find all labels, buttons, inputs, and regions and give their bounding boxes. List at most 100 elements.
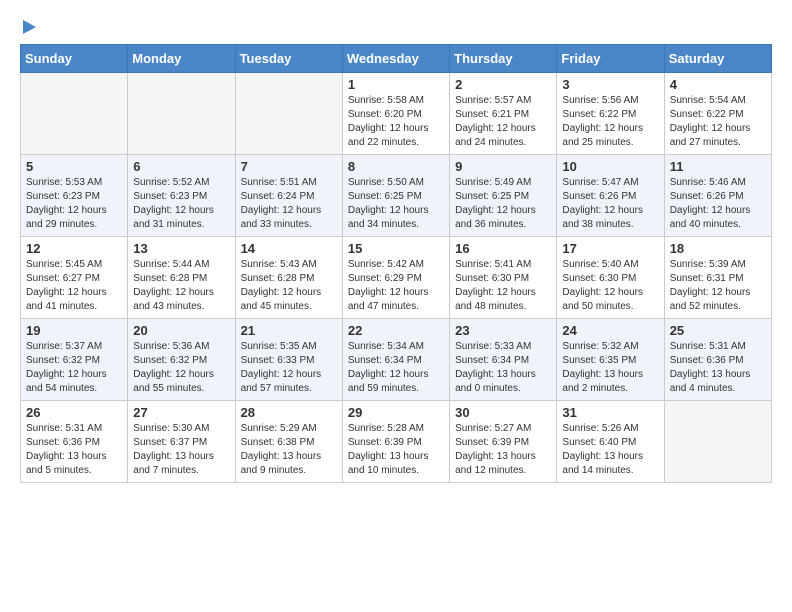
day-info: Sunrise: 5:51 AM Sunset: 6:24 PM Dayligh… — [241, 176, 337, 232]
day-info: Sunrise: 5:41 AM Sunset: 6:30 PM Dayligh… — [455, 258, 551, 314]
calendar-cell — [664, 401, 771, 483]
day-number: 22 — [348, 323, 444, 338]
weekday-header: Friday — [557, 45, 664, 73]
calendar-cell: 16 Sunrise: 5:41 AM Sunset: 6:30 PM Dayli… — [450, 237, 557, 319]
day-info: Sunrise: 5:31 AM Sunset: 6:36 PM Dayligh… — [26, 422, 122, 478]
day-info: Sunrise: 5:47 AM Sunset: 6:26 PM Dayligh… — [562, 176, 658, 232]
day-number: 20 — [133, 323, 229, 338]
day-info: Sunrise: 5:58 AM Sunset: 6:20 PM Dayligh… — [348, 94, 444, 150]
day-number: 12 — [26, 241, 122, 256]
calendar-week-row: 5 Sunrise: 5:53 AM Sunset: 6:23 PM Daylig… — [21, 155, 772, 237]
day-number: 19 — [26, 323, 122, 338]
calendar-cell: 23 Sunrise: 5:33 AM Sunset: 6:34 PM Dayli… — [450, 319, 557, 401]
day-info: Sunrise: 5:33 AM Sunset: 6:34 PM Dayligh… — [455, 340, 551, 396]
day-number: 25 — [670, 323, 766, 338]
calendar-cell: 26 Sunrise: 5:31 AM Sunset: 6:36 PM Dayli… — [21, 401, 128, 483]
day-number: 28 — [241, 405, 337, 420]
calendar-week-row: 1 Sunrise: 5:58 AM Sunset: 6:20 PM Daylig… — [21, 73, 772, 155]
day-number: 23 — [455, 323, 551, 338]
day-number: 3 — [562, 77, 658, 92]
calendar-cell: 15 Sunrise: 5:42 AM Sunset: 6:29 PM Dayli… — [342, 237, 449, 319]
day-number: 2 — [455, 77, 551, 92]
day-number: 24 — [562, 323, 658, 338]
day-info: Sunrise: 5:39 AM Sunset: 6:31 PM Dayligh… — [670, 258, 766, 314]
calendar-cell — [128, 73, 235, 155]
calendar-cell: 4 Sunrise: 5:54 AM Sunset: 6:22 PM Daylig… — [664, 73, 771, 155]
day-info: Sunrise: 5:52 AM Sunset: 6:23 PM Dayligh… — [133, 176, 229, 232]
calendar-week-row: 12 Sunrise: 5:45 AM Sunset: 6:27 PM Dayli… — [21, 237, 772, 319]
day-info: Sunrise: 5:31 AM Sunset: 6:36 PM Dayligh… — [670, 340, 766, 396]
calendar-cell: 14Sunrise: 5:43 AM Sunset: 6:28 PM Dayli… — [235, 237, 342, 319]
day-number: 31 — [562, 405, 658, 420]
calendar-cell: 17 Sunrise: 5:40 AM Sunset: 6:30 PM Dayli… — [557, 237, 664, 319]
calendar-week-row: 26 Sunrise: 5:31 AM Sunset: 6:36 PM Dayli… — [21, 401, 772, 483]
day-info: Sunrise: 5:30 AM Sunset: 6:37 PM Dayligh… — [133, 422, 229, 478]
day-number: 27 — [133, 405, 229, 420]
day-number: 13 — [133, 241, 229, 256]
day-number: 26 — [26, 405, 122, 420]
day-number: 8 — [348, 159, 444, 174]
calendar-header-row: SundayMondayTuesdayWednesdayThursdayFrid… — [21, 45, 772, 73]
calendar-week-row: 19 Sunrise: 5:37 AM Sunset: 6:32 PM Dayli… — [21, 319, 772, 401]
calendar-table: SundayMondayTuesdayWednesdayThursdayFrid… — [20, 44, 772, 483]
day-number: 9 — [455, 159, 551, 174]
calendar-cell: 25 Sunrise: 5:31 AM Sunset: 6:36 PM Dayli… — [664, 319, 771, 401]
day-info: Sunrise: 5:40 AM Sunset: 6:30 PM Dayligh… — [562, 258, 658, 314]
day-info: Sunrise: 5:43 AM Sunset: 6:28 PM Dayligh… — [241, 258, 337, 314]
calendar-cell: 7 Sunrise: 5:51 AM Sunset: 6:24 PM Daylig… — [235, 155, 342, 237]
calendar-cell — [235, 73, 342, 155]
calendar-cell: 1 Sunrise: 5:58 AM Sunset: 6:20 PM Daylig… — [342, 73, 449, 155]
day-info: Sunrise: 5:53 AM Sunset: 6:23 PM Dayligh… — [26, 176, 122, 232]
logo — [20, 20, 36, 34]
day-number: 5 — [26, 159, 122, 174]
day-number: 17 — [562, 241, 658, 256]
calendar-cell: 22Sunrise: 5:34 AM Sunset: 6:34 PM Dayli… — [342, 319, 449, 401]
day-number: 4 — [670, 77, 766, 92]
weekday-header: Monday — [128, 45, 235, 73]
day-info: Sunrise: 5:35 AM Sunset: 6:33 PM Dayligh… — [241, 340, 337, 396]
calendar-cell: 3 Sunrise: 5:56 AM Sunset: 6:22 PM Daylig… — [557, 73, 664, 155]
day-info: Sunrise: 5:46 AM Sunset: 6:26 PM Dayligh… — [670, 176, 766, 232]
calendar-cell: 21 Sunrise: 5:35 AM Sunset: 6:33 PM Dayli… — [235, 319, 342, 401]
day-info: Sunrise: 5:54 AM Sunset: 6:22 PM Dayligh… — [670, 94, 766, 150]
weekday-header: Wednesday — [342, 45, 449, 73]
calendar-cell: 12 Sunrise: 5:45 AM Sunset: 6:27 PM Dayli… — [21, 237, 128, 319]
calendar-cell: 6 Sunrise: 5:52 AM Sunset: 6:23 PM Daylig… — [128, 155, 235, 237]
day-info: Sunrise: 5:56 AM Sunset: 6:22 PM Dayligh… — [562, 94, 658, 150]
weekday-header: Tuesday — [235, 45, 342, 73]
day-number: 21 — [241, 323, 337, 338]
day-info: Sunrise: 5:28 AM Sunset: 6:39 PM Dayligh… — [348, 422, 444, 478]
day-info: Sunrise: 5:32 AM Sunset: 6:35 PM Dayligh… — [562, 340, 658, 396]
calendar-cell: 31 Sunrise: 5:26 AM Sunset: 6:40 PM Dayli… — [557, 401, 664, 483]
calendar-cell: 8 Sunrise: 5:50 AM Sunset: 6:25 PM Daylig… — [342, 155, 449, 237]
calendar-cell: 18Sunrise: 5:39 AM Sunset: 6:31 PM Dayli… — [664, 237, 771, 319]
day-number: 11 — [670, 159, 766, 174]
day-number: 29 — [348, 405, 444, 420]
weekday-header: Thursday — [450, 45, 557, 73]
day-number: 15 — [348, 241, 444, 256]
page-header — [20, 20, 772, 34]
day-number: 10 — [562, 159, 658, 174]
calendar-cell: 29 Sunrise: 5:28 AM Sunset: 6:39 PM Dayli… — [342, 401, 449, 483]
day-number: 16 — [455, 241, 551, 256]
day-info: Sunrise: 5:27 AM Sunset: 6:39 PM Dayligh… — [455, 422, 551, 478]
day-info: Sunrise: 5:26 AM Sunset: 6:40 PM Dayligh… — [562, 422, 658, 478]
weekday-header: Saturday — [664, 45, 771, 73]
calendar-cell — [21, 73, 128, 155]
calendar-cell: 2Sunrise: 5:57 AM Sunset: 6:21 PM Daylig… — [450, 73, 557, 155]
day-number: 1 — [348, 77, 444, 92]
calendar-cell: 30Sunrise: 5:27 AM Sunset: 6:39 PM Dayli… — [450, 401, 557, 483]
day-info: Sunrise: 5:50 AM Sunset: 6:25 PM Dayligh… — [348, 176, 444, 232]
calendar-cell: 28Sunrise: 5:29 AM Sunset: 6:38 PM Dayli… — [235, 401, 342, 483]
calendar-cell: 5 Sunrise: 5:53 AM Sunset: 6:23 PM Daylig… — [21, 155, 128, 237]
day-number: 7 — [241, 159, 337, 174]
weekday-header: Sunday — [21, 45, 128, 73]
calendar-cell: 27 Sunrise: 5:30 AM Sunset: 6:37 PM Dayli… — [128, 401, 235, 483]
day-info: Sunrise: 5:42 AM Sunset: 6:29 PM Dayligh… — [348, 258, 444, 314]
day-info: Sunrise: 5:37 AM Sunset: 6:32 PM Dayligh… — [26, 340, 122, 396]
calendar-cell: 9Sunrise: 5:49 AM Sunset: 6:25 PM Daylig… — [450, 155, 557, 237]
calendar-cell: 10 Sunrise: 5:47 AM Sunset: 6:26 PM Dayli… — [557, 155, 664, 237]
day-info: Sunrise: 5:36 AM Sunset: 6:32 PM Dayligh… — [133, 340, 229, 396]
day-number: 6 — [133, 159, 229, 174]
day-info: Sunrise: 5:45 AM Sunset: 6:27 PM Dayligh… — [26, 258, 122, 314]
